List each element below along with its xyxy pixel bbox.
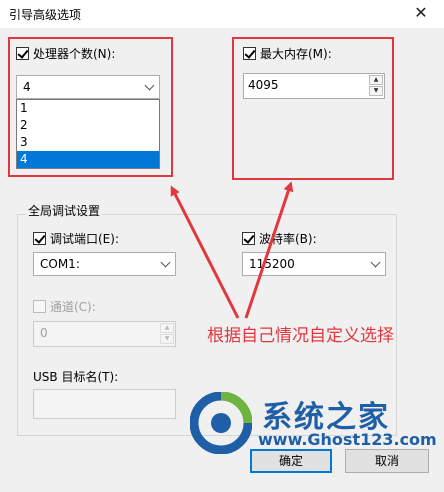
annotation-arrow-left — [170, 185, 240, 319]
ghost-logo-icon — [190, 392, 252, 454]
watermark-url: www.Ghost123.com — [258, 430, 437, 449]
annotation-text: 根据自己情况自定义选择 — [207, 326, 394, 346]
annotation-arrow-right — [244, 181, 294, 319]
